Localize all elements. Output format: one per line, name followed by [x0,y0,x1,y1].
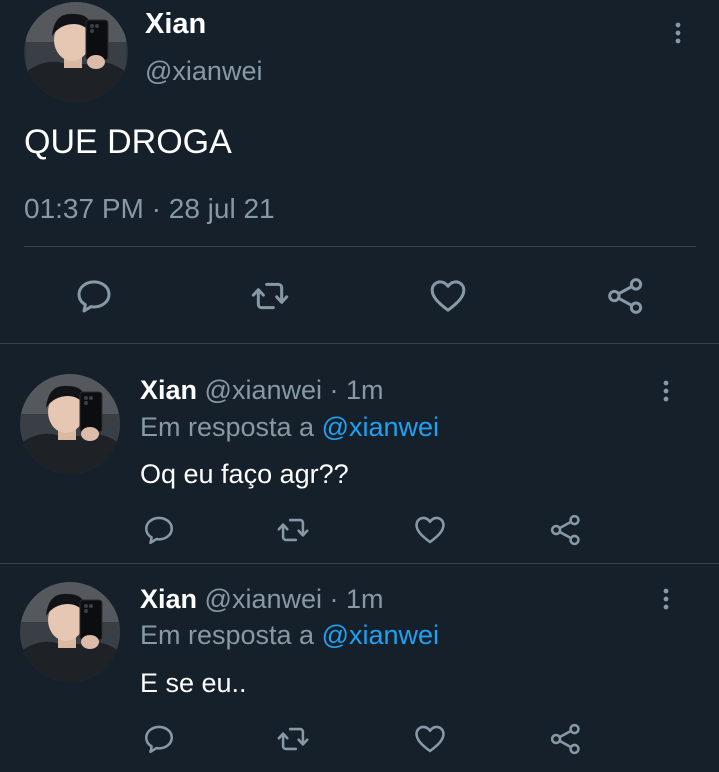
reply-prefix: Em resposta a [140,620,315,650]
heart-icon [428,276,468,316]
author-name[interactable]: Xian [145,8,206,40]
retweet-button[interactable] [276,722,310,756]
reply-header: Xian @xianwei · 1m [140,373,384,407]
retweet-icon [276,513,310,547]
share-icon [549,722,583,756]
share-button[interactable] [549,722,583,756]
section-divider [0,343,719,344]
reply-context: Em resposta a @xianwei [140,618,439,652]
retweet-icon [276,722,310,756]
avatar-image [20,374,120,474]
retweet-button[interactable] [250,276,290,316]
like-button[interactable] [413,513,447,547]
tweet-time[interactable]: 1m [346,375,384,405]
more-options-button[interactable] [654,584,678,614]
avatar[interactable] [24,2,128,102]
reply-button[interactable] [74,276,114,316]
more-options-button[interactable] [654,376,678,406]
reply-icon [74,276,114,316]
avatar[interactable] [20,374,120,474]
reply-to-link[interactable]: @xianwei [322,412,439,442]
reply-to-link[interactable]: @xianwei [322,620,439,650]
retweet-icon [250,276,290,316]
tweet-text: Oq eu faço agr?? [140,459,349,489]
tweet-timestamp[interactable]: 01:37 PM · 28 jul 21 [24,192,275,226]
share-icon [549,513,583,547]
reply-icon [142,513,176,547]
reply-context: Em resposta a @xianwei [140,410,439,444]
author-name[interactable]: Xian [140,375,197,405]
heart-icon [413,722,447,756]
avatar-image [24,2,128,102]
share-button[interactable] [606,276,646,316]
tweet-time: 01:37 PM [24,193,144,224]
share-icon [606,276,646,316]
author-handle[interactable]: @xianwei [145,55,262,87]
heart-icon [413,513,447,547]
share-button[interactable] [549,513,583,547]
more-vertical-icon [654,584,678,614]
like-button[interactable] [428,276,468,316]
reply-prefix: Em resposta a [140,412,315,442]
tweet-time[interactable]: 1m [346,584,384,614]
time-separator: · [329,375,339,405]
time-separator: · [329,584,339,614]
tweet-text: QUE DROGA [24,123,232,161]
author-handle[interactable]: @xianwei [205,584,322,614]
tweet-thread: Xian @xianwei QUE DROGA 01:37 PM · 28 ju… [0,0,719,772]
tweet-text: E se eu.. [140,668,247,698]
like-button[interactable] [413,722,447,756]
timestamp-separator: · [151,193,161,224]
retweet-button[interactable] [276,513,310,547]
author-name[interactable]: Xian [140,584,197,614]
more-options-button[interactable] [666,18,690,48]
section-divider [0,563,719,564]
reply-header: Xian @xianwei · 1m [140,582,384,616]
author-handle[interactable]: @xianwei [205,375,322,405]
reply-button[interactable] [142,722,176,756]
more-vertical-icon [666,18,690,48]
tweet-date: 28 jul 21 [168,193,275,224]
more-vertical-icon [654,376,678,406]
reply-button[interactable] [142,513,176,547]
avatar[interactable] [20,582,120,682]
avatar-image [20,582,120,682]
reply-icon [142,722,176,756]
inner-divider [24,246,696,247]
